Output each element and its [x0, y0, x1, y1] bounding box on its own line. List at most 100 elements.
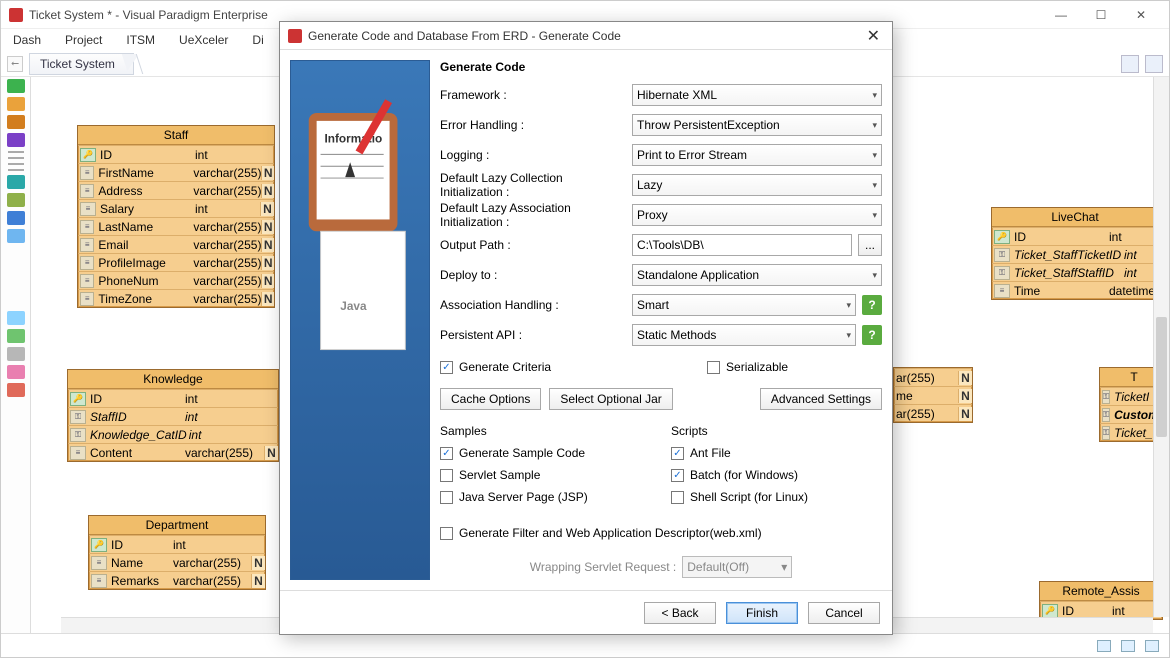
close-button[interactable]: ✕ — [1121, 1, 1161, 29]
scripts-heading: Scripts — [671, 424, 882, 438]
batch-checkbox[interactable]: ✓ — [671, 469, 684, 482]
table-row[interactable]: 🔑IDint — [992, 227, 1158, 245]
table-row[interactable]: ⚿StaffIDint — [68, 407, 278, 425]
logging-select[interactable]: Print to Error Stream▾ — [632, 144, 882, 166]
palette-view-icon[interactable] — [7, 133, 25, 147]
table-row[interactable]: ⚿Ticket_StaffTicketIDint — [992, 245, 1158, 263]
select-jar-button[interactable]: Select Optional Jar — [549, 388, 672, 410]
svg-text:Java: Java — [340, 299, 367, 313]
dialog-close-button[interactable]: ✕ — [863, 26, 884, 46]
status-bell-icon[interactable] — [1145, 640, 1159, 652]
entity-header: LiveChat — [992, 208, 1158, 227]
error-handling-select[interactable]: Throw PersistentException▾ — [632, 114, 882, 136]
entity-knowledge[interactable]: Knowledge 🔑IDint ⚿StaffIDint ⚿Knowledge_… — [67, 369, 279, 462]
generate-sample-checkbox[interactable]: ✓ — [440, 447, 453, 460]
entity-remote[interactable]: Remote_Assis 🔑IDint — [1039, 581, 1163, 620]
minimize-button[interactable]: — — [1041, 1, 1081, 29]
palette-play-icon[interactable] — [7, 79, 25, 93]
table-row[interactable]: ≡LastNamevarchar(255)N — [78, 217, 274, 235]
layout-icon[interactable] — [1121, 55, 1139, 73]
filter-checkbox[interactable] — [440, 527, 453, 540]
palette-camera-icon[interactable] — [7, 347, 25, 361]
entity-livechat[interactable]: LiveChat 🔑IDint ⚿Ticket_StaffTicketIDint… — [991, 207, 1159, 300]
framework-select[interactable]: Hibernate XML▾ — [632, 84, 882, 106]
table-row[interactable]: ≡ProfileImagevarchar(255)N — [78, 253, 274, 271]
maximize-button[interactable]: ☐ — [1081, 1, 1121, 29]
dialog-body: Informatio Java Generate Code Framework … — [280, 50, 892, 590]
table-row[interactable]: 🔑IDint — [78, 145, 274, 163]
table-row[interactable]: ar(255)N — [894, 368, 972, 386]
panel-icon[interactable] — [1145, 55, 1163, 73]
table-row[interactable]: ≡FirstNamevarchar(255)N — [78, 163, 274, 181]
palette-rel1-icon[interactable] — [8, 157, 24, 159]
entity-department[interactable]: Department 🔑IDint ≡Namevarchar(255)N ≡Re… — [88, 515, 266, 590]
table-row[interactable]: ≡Addressvarchar(255)N — [78, 181, 274, 199]
toolbar-right — [1121, 55, 1163, 73]
palette-sky-icon[interactable] — [7, 311, 25, 325]
lazy-collection-select[interactable]: Lazy▾ — [632, 174, 882, 196]
palette-grid-icon[interactable] — [7, 193, 25, 207]
palette-table-icon[interactable] — [7, 115, 25, 129]
ant-checkbox[interactable]: ✓ — [671, 447, 684, 460]
palette-doc-icon[interactable] — [7, 211, 25, 225]
shell-checkbox[interactable] — [671, 491, 684, 504]
entity-staff[interactable]: Staff 🔑IDint ≡FirstNamevarchar(255)N ≡Ad… — [77, 125, 275, 308]
output-path-input[interactable]: C:\Tools\DB\ — [632, 234, 852, 256]
palette-entity-icon[interactable] — [7, 97, 25, 111]
table-row[interactable]: meN — [894, 386, 972, 404]
lazy-association-label: Default Lazy Association Initialization … — [440, 201, 626, 229]
cache-options-button[interactable]: Cache Options — [440, 388, 541, 410]
vertical-scrollbar[interactable] — [1153, 77, 1169, 617]
table-row[interactable]: ≡Remarksvarchar(255)N — [89, 571, 265, 589]
palette-red-icon[interactable] — [7, 383, 25, 397]
palette-note-icon[interactable] — [7, 175, 25, 189]
table-row[interactable]: 🔑IDint — [68, 389, 278, 407]
lazy-association-select[interactable]: Proxy▾ — [632, 204, 882, 226]
table-row[interactable]: ≡Contentvarchar(255)N — [68, 443, 278, 461]
browse-button[interactable]: ... — [858, 234, 882, 256]
advanced-settings-button[interactable]: Advanced Settings — [760, 388, 882, 410]
table-row[interactable]: ≡Timedatetime — [992, 281, 1158, 299]
table-row[interactable]: ⚿Ticket_StaffStaffIDint — [992, 263, 1158, 281]
menu-di[interactable]: Di — [252, 33, 263, 47]
menu-uexceler[interactable]: UeXceler — [179, 33, 228, 47]
table-row[interactable]: ⚿Knowledge_CatIDint — [68, 425, 278, 443]
menu-itsm[interactable]: ITSM — [126, 33, 155, 47]
servlet-sample-checkbox[interactable] — [440, 469, 453, 482]
status-mail-icon[interactable] — [1097, 640, 1111, 652]
dialog-titlebar: Generate Code and Database From ERD - Ge… — [280, 22, 892, 50]
back-button[interactable]: < Back — [644, 602, 716, 624]
deploy-select[interactable]: Standalone Application▾ — [632, 264, 882, 286]
association-help-icon[interactable]: ? — [862, 295, 882, 315]
palette-box-icon[interactable] — [7, 229, 25, 243]
association-select[interactable]: Smart▾ — [632, 294, 856, 316]
table-row[interactable]: ≡PhoneNumvarchar(255)N — [78, 271, 274, 289]
jsp-checkbox[interactable] — [440, 491, 453, 504]
table-row[interactable]: ≡Emailvarchar(255)N — [78, 235, 274, 253]
deploy-label: Deploy to : — [440, 268, 626, 282]
palette-image-icon[interactable] — [7, 329, 25, 343]
table-row[interactable]: 🔑IDint — [89, 535, 265, 553]
persistent-api-select[interactable]: Static Methods▾ — [632, 324, 856, 346]
entity-partial[interactable]: ar(255)N meN ar(255)N — [893, 367, 973, 423]
menu-dash[interactable]: Dash — [13, 33, 41, 47]
serializable-checkbox[interactable] — [707, 361, 720, 374]
status-chat-icon[interactable] — [1121, 640, 1135, 652]
table-row[interactable]: ≡Namevarchar(255)N — [89, 553, 265, 571]
breadcrumb-item[interactable]: Ticket System — [29, 53, 134, 75]
samples-heading: Samples — [440, 424, 651, 438]
scrollbar-thumb[interactable] — [1156, 317, 1167, 437]
nav-back-icon[interactable]: ⭠ — [7, 56, 23, 72]
table-row[interactable]: ar(255)N — [894, 404, 972, 422]
generate-criteria-checkbox[interactable]: ✓ — [440, 361, 453, 374]
table-row[interactable]: ≡TimeZonevarchar(255)N — [78, 289, 274, 307]
menu-project[interactable]: Project — [65, 33, 102, 47]
palette-rel3-icon[interactable] — [8, 169, 24, 171]
persistent-help-icon[interactable]: ? — [862, 325, 882, 345]
cancel-button[interactable]: Cancel — [808, 602, 880, 624]
table-row[interactable]: ≡SalaryintN — [78, 199, 274, 217]
finish-button[interactable]: Finish — [726, 602, 798, 624]
app-logo-icon — [9, 8, 23, 22]
palette-pink-icon[interactable] — [7, 365, 25, 379]
palette-rel2-icon[interactable] — [8, 163, 24, 165]
